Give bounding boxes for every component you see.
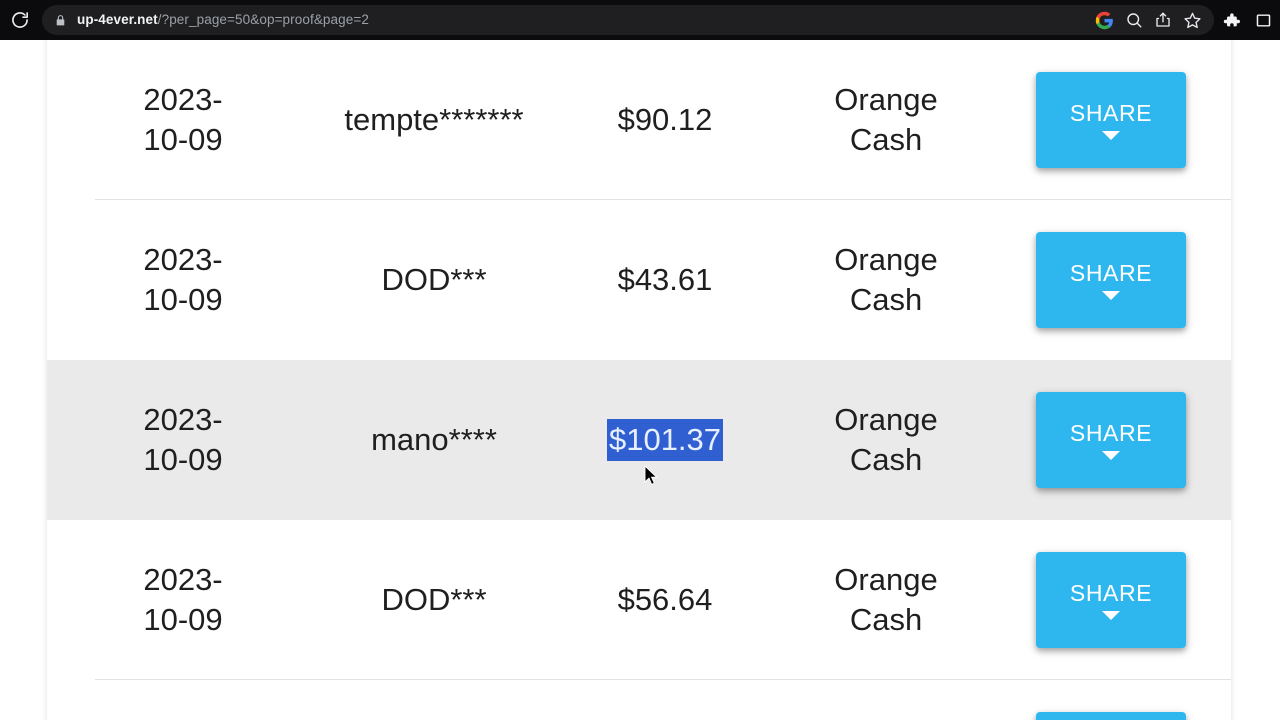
row-payment-method: Orange Cash <box>781 560 991 640</box>
date-line-2: 10-09 <box>143 122 223 157</box>
row-action-cell: SHARE <box>991 232 1231 328</box>
amount-text-selected[interactable]: $101.37 <box>606 419 724 461</box>
share-button[interactable]: SHARE <box>1036 552 1186 648</box>
row-date: 2023- 10-09 <box>47 240 319 320</box>
chevron-down-icon <box>1102 291 1120 300</box>
method-line-1: Orange <box>834 562 938 597</box>
row-date: 2023- 10-09 <box>47 560 319 640</box>
extensions-puzzle-icon[interactable] <box>1222 11 1241 30</box>
browser-window-icon[interactable] <box>1255 12 1272 29</box>
row-action-cell: SHARE <box>991 72 1231 168</box>
omnibox-action-icons <box>1095 11 1208 30</box>
address-bar-url[interactable]: up-4ever.net/?per_page=50&op=proof&page=… <box>77 5 1095 35</box>
lock-icon[interactable] <box>54 13 67 28</box>
row-amount: $56.64 <box>549 579 781 621</box>
method-line-2: Cash <box>849 442 923 477</box>
date-line-2: 10-09 <box>143 602 223 637</box>
row-action-cell: SHARE <box>991 392 1231 488</box>
date-line-2: 10-09 <box>143 442 223 477</box>
row-username: mano**** <box>371 422 497 457</box>
row-username: tempte******* <box>344 102 524 137</box>
table-row[interactable]: 2023- 10-09 DOD*** $56.64 Orange Cash SH… <box>47 520 1231 680</box>
transactions-card: 2023- 10-09 tempte******* $90.12 Orange … <box>47 40 1231 720</box>
method-line-2: Cash <box>849 282 923 317</box>
share-button[interactable]: SHARE <box>1036 232 1186 328</box>
method-line-1: Orange <box>834 402 938 437</box>
date-line-1: 2023- <box>143 562 223 597</box>
chevron-down-icon <box>1102 451 1120 460</box>
table-row-partial[interactable]: SHARE <box>47 680 1231 720</box>
row-amount: $90.12 <box>549 99 781 141</box>
transactions-table: 2023- 10-09 tempte******* $90.12 Orange … <box>47 40 1231 720</box>
page-viewport: 2023- 10-09 tempte******* $90.12 Orange … <box>0 40 1280 720</box>
row-username: DOD*** <box>381 262 487 297</box>
row-username: DOD*** <box>381 582 487 617</box>
share-button-label: SHARE <box>1069 260 1153 286</box>
row-payment-method: Orange Cash <box>781 80 991 160</box>
chevron-down-icon <box>1102 131 1120 140</box>
method-line-2: Cash <box>849 122 923 157</box>
share-button-label: SHARE <box>1069 420 1153 446</box>
row-amount: $101.37 <box>549 419 781 461</box>
row-amount: $43.61 <box>549 259 781 301</box>
url-path: /?per_page=50&op=proof&page=2 <box>157 12 369 27</box>
share-button-label: SHARE <box>1069 580 1153 606</box>
browser-toolbar-icons <box>1222 11 1280 30</box>
amount-text[interactable]: $90.12 <box>616 99 715 141</box>
share-icon[interactable] <box>1154 11 1172 29</box>
row-payment-method: Orange Cash <box>781 400 991 480</box>
share-button[interactable]: SHARE <box>1036 392 1186 488</box>
bookmark-star-icon[interactable] <box>1183 11 1202 30</box>
table-row[interactable]: 2023- 10-09 mano**** $101.37 Orange Cash… <box>47 360 1231 520</box>
table-row[interactable]: 2023- 10-09 DOD*** $43.61 Orange Cash SH… <box>47 200 1231 360</box>
method-line-2: Cash <box>849 602 923 637</box>
row-payment-method: Orange Cash <box>781 240 991 320</box>
amount-text[interactable]: $56.64 <box>616 579 715 621</box>
date-line-1: 2023- <box>143 242 223 277</box>
row-date: 2023- 10-09 <box>47 400 319 480</box>
amount-text[interactable]: $43.61 <box>616 259 715 301</box>
reload-button[interactable] <box>0 0 40 40</box>
address-bar[interactable]: up-4ever.net/?per_page=50&op=proof&page=… <box>42 5 1214 35</box>
table-row[interactable]: 2023- 10-09 tempte******* $90.12 Orange … <box>47 40 1231 200</box>
browser-toolbar: up-4ever.net/?per_page=50&op=proof&page=… <box>0 0 1280 40</box>
date-line-1: 2023- <box>143 402 223 437</box>
google-icon[interactable] <box>1095 11 1114 30</box>
share-button[interactable]: SHARE <box>1036 712 1186 720</box>
row-action-cell: SHARE <box>991 712 1231 720</box>
date-line-2: 10-09 <box>143 282 223 317</box>
row-action-cell: SHARE <box>991 552 1231 648</box>
date-line-1: 2023- <box>143 82 223 117</box>
share-button[interactable]: SHARE <box>1036 72 1186 168</box>
reload-icon <box>10 10 30 30</box>
method-line-1: Orange <box>834 242 938 277</box>
search-icon[interactable] <box>1125 11 1143 29</box>
url-origin: up-4ever.net <box>77 12 158 27</box>
share-button-label: SHARE <box>1069 100 1153 126</box>
method-line-1: Orange <box>834 82 938 117</box>
chevron-down-icon <box>1102 611 1120 620</box>
row-date: 2023- 10-09 <box>47 80 319 160</box>
